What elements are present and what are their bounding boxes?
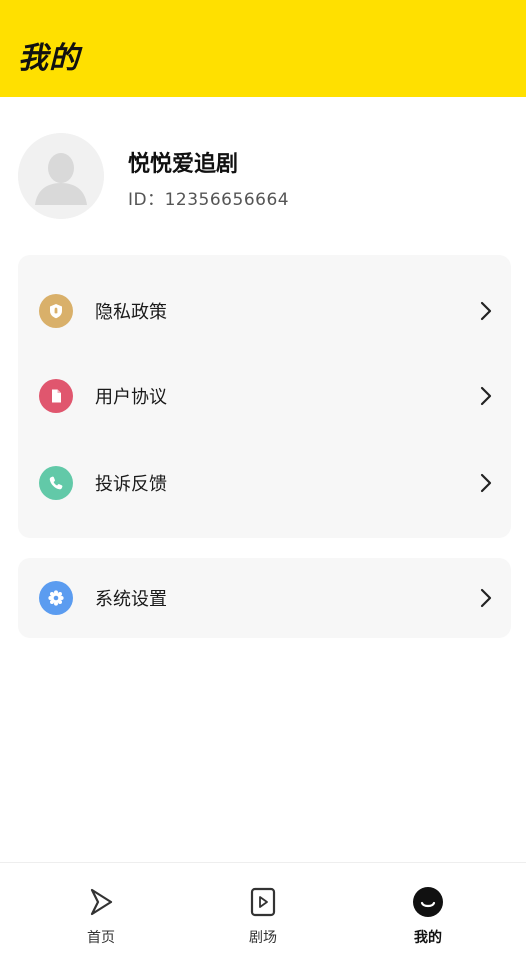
chevron-right-icon	[479, 588, 493, 608]
app-screen: 我的 悦悦爱追剧 ID：12356656664 隐私政策 用户协议 投诉反馈 系…	[0, 0, 526, 953]
menu-item-complaint-feedback[interactable]: 投诉反馈	[18, 453, 511, 513]
tab-mine[interactable]: 我的	[368, 863, 488, 953]
chevron-right-icon	[479, 473, 493, 493]
tab-label: 首页	[87, 930, 115, 946]
menu-label: 系统设置	[95, 589, 167, 610]
username: 悦悦爱追剧	[128, 152, 239, 177]
phone-icon	[39, 466, 73, 500]
video-card-icon	[247, 885, 279, 919]
bottom-nav: 首页 剧场 我的	[0, 862, 526, 953]
tab-label: 剧场	[249, 930, 277, 946]
menu-item-system-settings[interactable]: 系统设置	[18, 568, 511, 628]
gear-icon	[39, 581, 73, 615]
chevron-right-icon	[479, 301, 493, 321]
default-avatar-icon	[18, 133, 104, 219]
user-id: ID：12356656664	[128, 190, 290, 210]
page-title: 我的	[18, 41, 80, 76]
shield-icon	[39, 294, 73, 328]
menu-item-privacy-policy[interactable]: 隐私政策	[18, 281, 511, 341]
menu-label: 投诉反馈	[95, 474, 167, 495]
menu-label: 隐私政策	[95, 302, 167, 323]
avatar[interactable]	[18, 133, 104, 219]
menu-label: 用户协议	[95, 387, 167, 408]
tab-label: 我的	[414, 930, 442, 946]
menu-card-settings: 系统设置	[18, 558, 511, 638]
chevron-right-icon	[479, 386, 493, 406]
tab-theater[interactable]: 剧场	[203, 863, 323, 953]
header-bar: 我的	[0, 0, 526, 97]
menu-item-user-agreement[interactable]: 用户协议	[18, 366, 511, 426]
menu-card-general: 隐私政策 用户协议 投诉反馈	[18, 255, 511, 538]
tab-home[interactable]: 首页	[41, 863, 161, 953]
play-arrow-icon	[85, 885, 117, 919]
smile-icon	[412, 885, 444, 919]
document-icon	[39, 379, 73, 413]
